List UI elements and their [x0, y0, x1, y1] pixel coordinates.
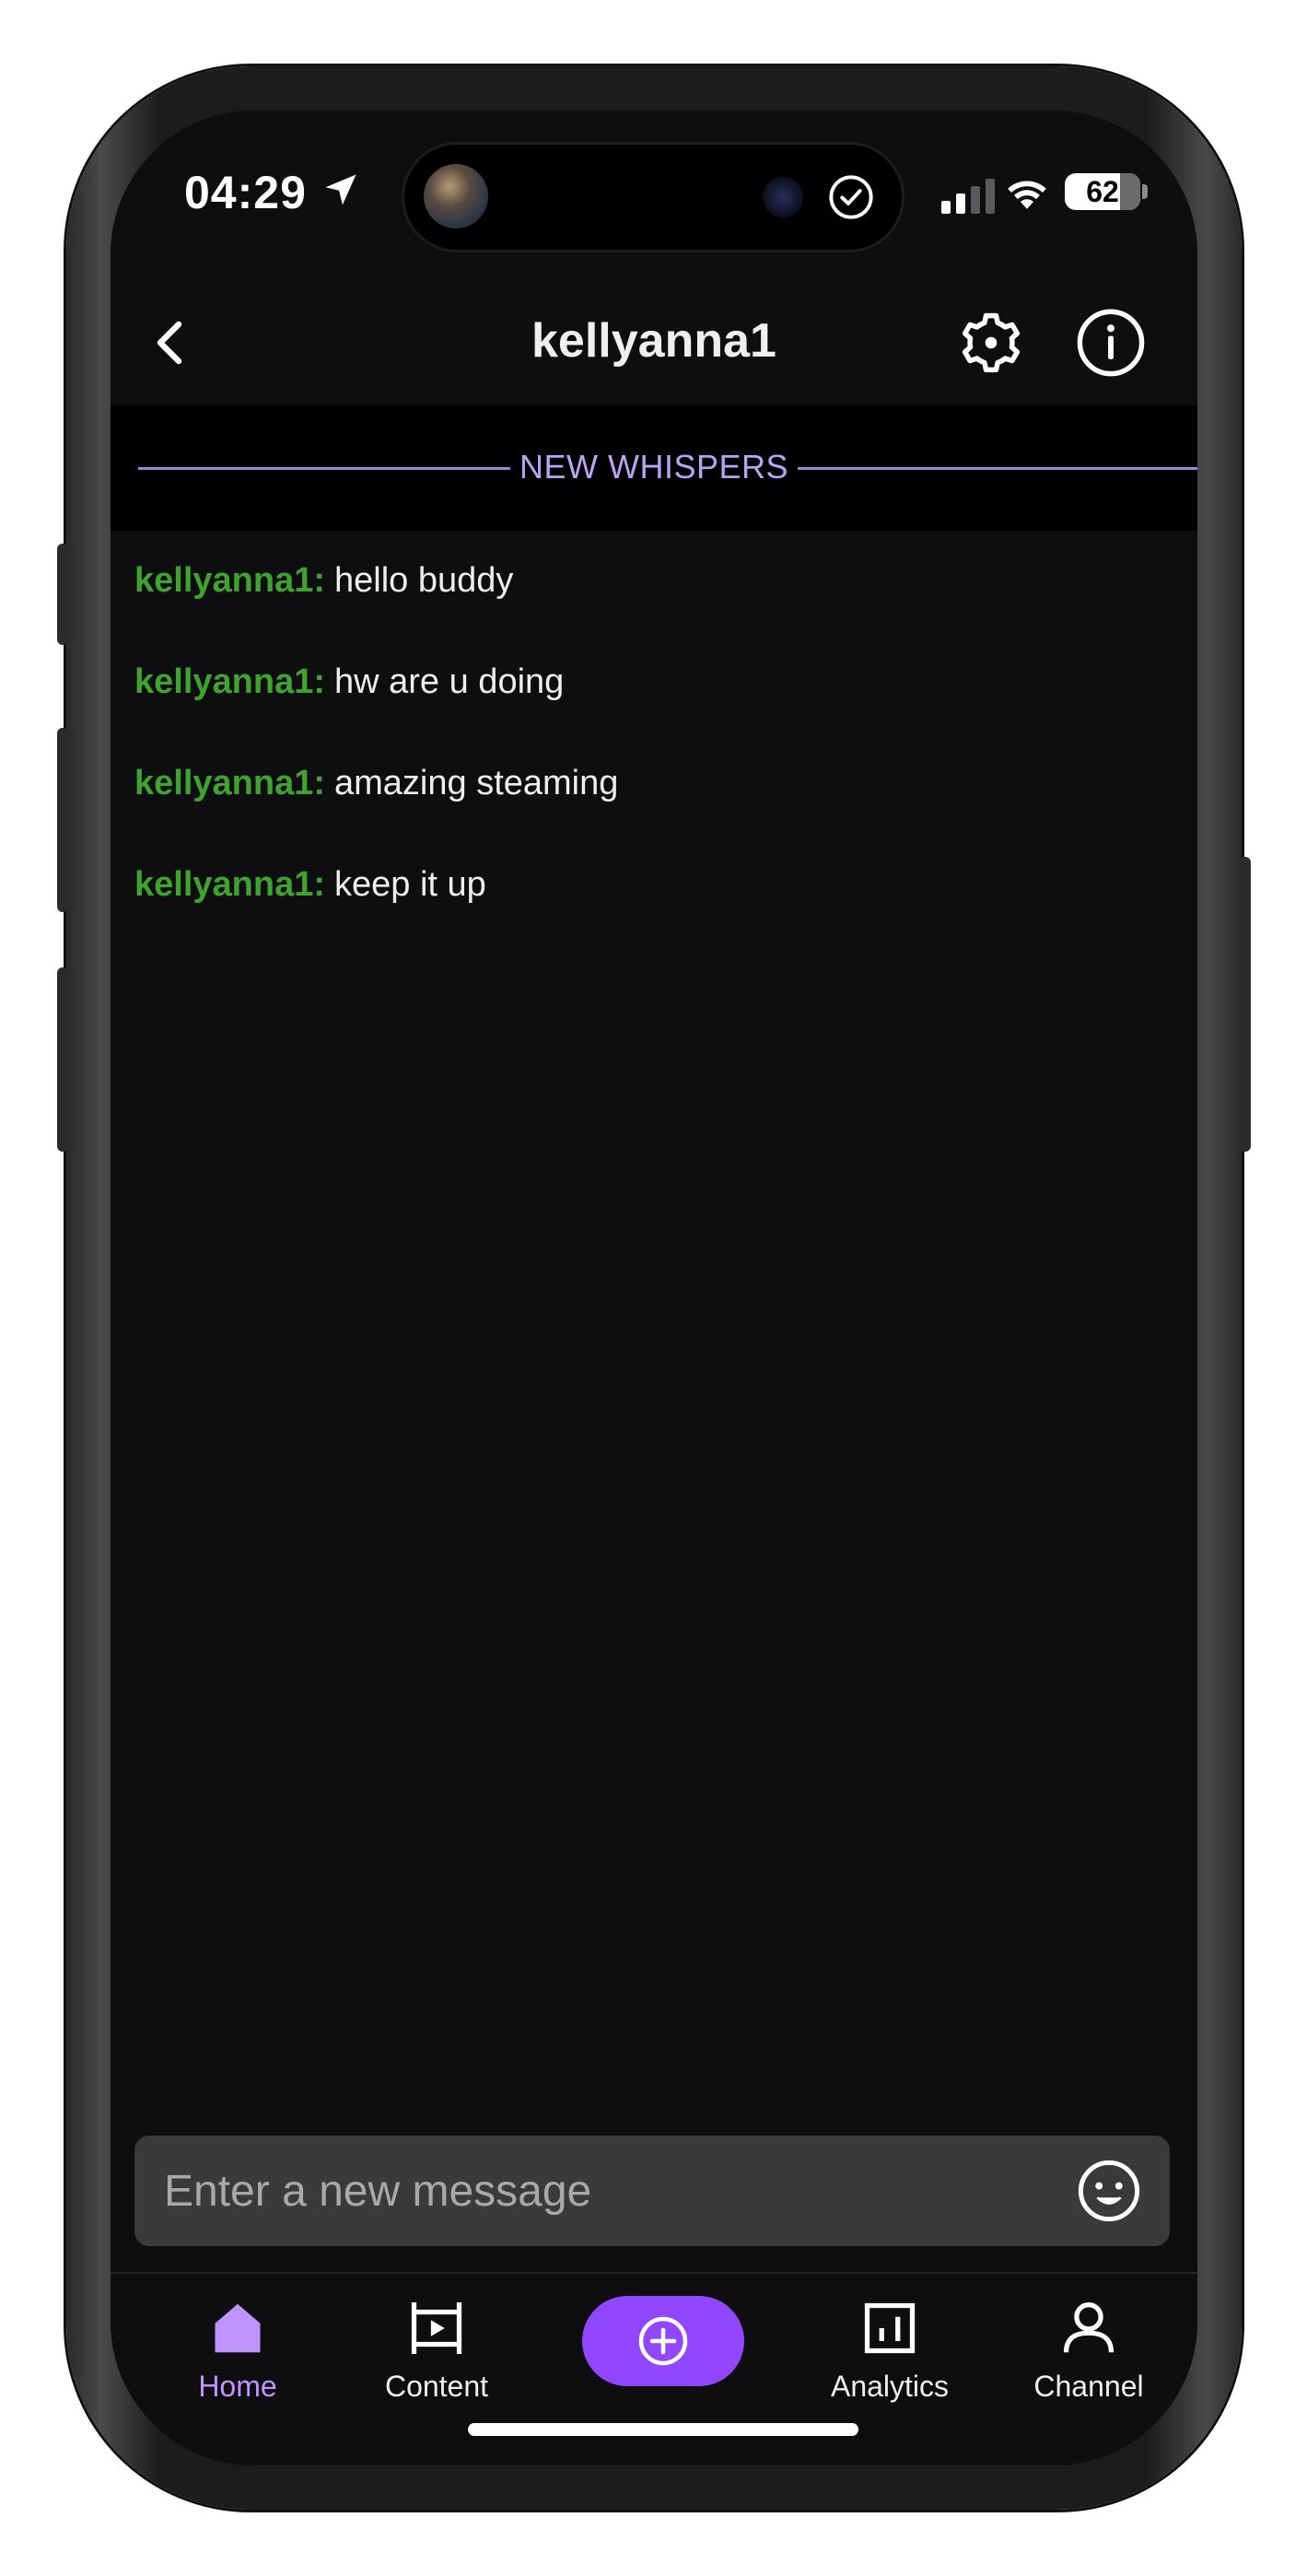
status-bar: 04:29 62 — [111, 111, 1197, 276]
home-indicator[interactable] — [468, 2423, 858, 2436]
create-button[interactable] — [582, 2296, 744, 2386]
power-button — [1240, 857, 1251, 1152]
person-icon — [1063, 2302, 1114, 2353]
nav-channel-label: Channel — [1033, 2370, 1144, 2403]
nav-analytics-label: Analytics — [830, 2370, 950, 2403]
wifi-icon — [1008, 181, 1046, 209]
home-icon — [215, 2303, 261, 2353]
check-circle-icon — [829, 175, 873, 219]
conversation-header: kellyanna1 — [111, 276, 1197, 405]
message-input[interactable] — [162, 2136, 1028, 2246]
battery-indicator: 62 — [1065, 173, 1140, 210]
smiley-icon[interactable] — [1076, 2158, 1142, 2224]
message-username[interactable]: kellyanna1: — [134, 865, 325, 904]
battery-tip — [1142, 184, 1148, 199]
screen: 04:29 62 kellyanna1 NEW WHISPERS kellyan… — [111, 111, 1197, 2465]
message-row[interactable]: kellyanna1: keep it up — [134, 848, 1166, 949]
volume-up-button — [57, 728, 68, 912]
film-frame-icon — [411, 2302, 462, 2354]
new-whispers-label: NEW WHISPERS — [509, 448, 798, 486]
plus-circle-icon — [638, 2316, 688, 2366]
bottom-navigation: Home Content Analytics Channel — [111, 2274, 1197, 2465]
message-row[interactable]: kellyanna1: amazing steaming — [134, 746, 1166, 848]
nav-channel[interactable]: Channel — [997, 2296, 1181, 2425]
message-text: amazing steaming — [334, 764, 619, 802]
message-username[interactable]: kellyanna1: — [134, 561, 325, 600]
message-text: hello buddy — [334, 561, 514, 600]
status-time: 04:29 — [184, 167, 307, 218]
cellular-signal-icon — [941, 179, 995, 214]
nav-home[interactable]: Home — [146, 2296, 330, 2425]
battery-empty-segment — [1120, 173, 1140, 210]
message-composer — [134, 2136, 1170, 2246]
front-camera — [763, 177, 803, 217]
message-row[interactable]: kellyanna1: hw are u doing — [134, 645, 1166, 746]
bar-chart-icon — [864, 2302, 916, 2354]
message-row[interactable]: kellyanna1: hello buddy — [134, 544, 1166, 645]
message-username[interactable]: kellyanna1: — [134, 764, 325, 802]
nav-content[interactable]: Content — [344, 2296, 529, 2425]
live-activity-avatar — [424, 164, 488, 228]
location-arrow-icon — [325, 174, 356, 205]
nav-content-label: Content — [384, 2370, 489, 2403]
message-text: hw are u doing — [334, 662, 565, 701]
message-text: keep it up — [334, 865, 486, 904]
volume-down-button — [57, 967, 68, 1152]
message-list: kellyanna1: hello buddy kellyanna1: hw are… — [134, 544, 1166, 949]
gear-icon[interactable] — [952, 304, 1030, 381]
new-whispers-divider: NEW WHISPERS — [111, 405, 1197, 531]
action-button — [57, 544, 68, 645]
nav-analytics[interactable]: Analytics — [798, 2296, 982, 2425]
info-circle-icon[interactable] — [1072, 304, 1149, 381]
nav-home-label: Home — [198, 2370, 277, 2403]
battery-percent: 62 — [1086, 175, 1119, 208]
conversation-title: kellyanna1 — [531, 314, 776, 368]
message-username[interactable]: kellyanna1: — [134, 662, 325, 701]
